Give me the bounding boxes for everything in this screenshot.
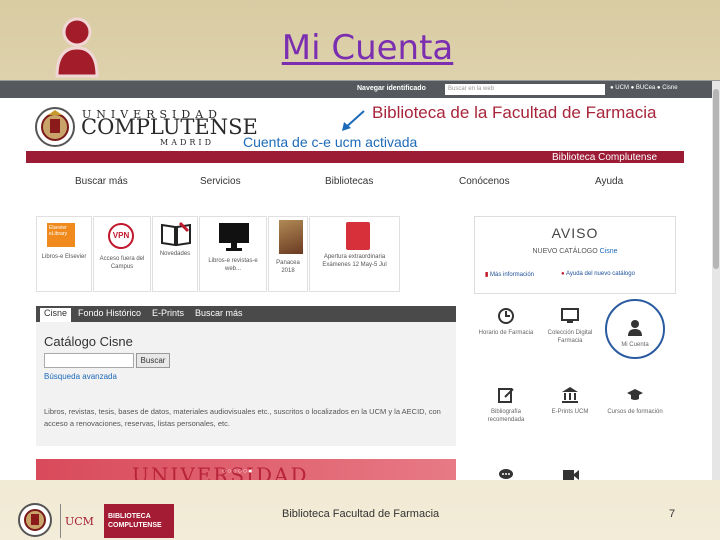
scrollbar[interactable] (712, 81, 720, 480)
notice-title: AVISO (551, 225, 599, 241)
notice-subtitle-prefix: NUEVO CATÁLOGO (532, 248, 598, 255)
ucm-wordmark-main: COMPLUTENSE (81, 115, 258, 139)
footer-logo: UCM BIBLIOTECA COMPLUTENSE (12, 502, 174, 538)
quick-link-cursos[interactable]: Cursos de formación (605, 386, 665, 416)
footer-text: Biblioteca Facultad de Farmacia (282, 508, 440, 520)
quick-link-e-prints[interactable]: E-Prints UCM (540, 386, 600, 416)
help-catalog-link[interactable]: ● Ayuda del nuevo catálogo (561, 271, 635, 277)
catalog-search-input[interactable] (44, 353, 134, 368)
navigate-identified-link[interactable]: Navegar identificado (357, 85, 426, 92)
banner-text: UNIVERSIDAD COMPLUTENSE (132, 463, 309, 480)
tile-caption: Libros-e Elsevier (41, 254, 87, 260)
notice-box: AVISO NUEVO CATÁLOGO Cisne ▮ Más informa… (474, 216, 676, 294)
tile-panacea[interactable]: Panacea 2018 (268, 216, 308, 292)
top-links[interactable]: ● UCM ● BUCea ● Cisne (610, 85, 678, 91)
annotation-arrow-icon (342, 110, 365, 131)
chat-icon[interactable] (498, 468, 514, 480)
top-bar (0, 81, 712, 98)
ucm-crest-logo (18, 503, 52, 537)
main-navigation: Buscar más Servicios Bibliotecas Conócen… (26, 176, 684, 190)
tab-buscar-mas[interactable]: Buscar más (195, 308, 243, 318)
nav-item-buscar-mas[interactable]: Buscar más (75, 176, 128, 187)
biblioteca-complutense-logo: BIBLIOTECA COMPLUTENSE (104, 504, 174, 538)
logo-line1: BIBLIOTECA (108, 513, 151, 520)
page-number: 7 (669, 508, 676, 520)
tile-caption: Apertura extraordinaria Exámenes 12 May-… (322, 254, 387, 268)
quick-link-label: E-Prints UCM (551, 409, 589, 415)
web-search-input[interactable]: Buscar en la web (445, 84, 605, 95)
library-title: Biblioteca de la Facultad de Farmacia (372, 103, 657, 122)
ucm-mark: UCM (60, 504, 102, 538)
info-icon: ▮ (485, 272, 489, 278)
user-icon (628, 320, 642, 336)
scrollbar-thumb[interactable] (713, 89, 719, 269)
quick-link-label: Cursos de formación (607, 409, 663, 415)
quick-link-bibliografia[interactable]: Bibliografía recomendada (476, 386, 536, 424)
notice-subtitle-brand: Cisne (599, 248, 618, 255)
logo-line2: COMPLUTENSE (108, 522, 162, 529)
clock-icon (498, 308, 514, 324)
resource-tiles: Elsevier eLibrary Libros-e Elsevier VPN … (36, 216, 400, 292)
tab-fondo-historico[interactable]: Fondo Histórico (78, 308, 141, 318)
quick-link-label: Mi Cuenta (621, 342, 649, 348)
more-info-label: Más información (489, 272, 534, 278)
advanced-search-link[interactable]: Búsqueda avanzada (44, 372, 117, 381)
tile-caption: Libros-e revistas-e web... (208, 258, 258, 272)
website-screenshot: Navegar identificado Buscar en la web ● … (0, 80, 720, 480)
catalog-search-button[interactable]: Buscar (136, 353, 170, 368)
ucm-mark-text: UCM (65, 515, 94, 528)
exam-opening-icon (346, 222, 370, 250)
video-camera-icon[interactable] (562, 468, 580, 480)
monitor-icon (561, 308, 579, 323)
vpn-icon: VPN (108, 223, 134, 249)
ucm-wordmark-city: MADRID (160, 138, 214, 147)
open-book-icon (161, 221, 191, 247)
tile-libros-e[interactable]: Libros-e revistas-e web... (199, 216, 267, 292)
nav-item-conocenos[interactable]: Conócenos (459, 176, 510, 187)
notice-subtitle: NUEVO CATÁLOGO Cisne (475, 248, 675, 255)
monitor-icon (219, 223, 249, 251)
info-link[interactable]: ▮ Más información (485, 271, 534, 278)
nav-item-servicios[interactable]: Servicios (200, 176, 241, 187)
quick-link-coleccion-digital[interactable]: Colección Digital Farmacia (540, 307, 600, 345)
quick-link-label: Bibliografía recomendada (487, 409, 525, 423)
tile-novedades[interactable]: Novedades (152, 216, 198, 292)
account-activated-note: Cuenta de c-e ucm activada (243, 134, 418, 150)
catalog-search-panel: Cisne Fondo Histórico E-Prints Buscar má… (36, 306, 456, 446)
tile-elsevier[interactable]: Elsevier eLibrary Libros-e Elsevier (36, 216, 92, 292)
tab-cisne[interactable]: Cisne (40, 308, 72, 322)
elsevier-logo: Elsevier eLibrary (47, 223, 75, 247)
tile-caption: Acceso fuera del Campus (99, 256, 145, 270)
carousel-dots[interactable]: ○○○○○● (222, 468, 253, 475)
tile-vpn[interactable]: VPN Acceso fuera del Campus (93, 216, 151, 292)
catalog-title: Catálogo Cisne (44, 334, 133, 349)
help-icon: ● (561, 271, 565, 277)
tile-apertura[interactable]: Apertura extraordinaria Exámenes 12 May-… (309, 216, 400, 292)
ucm-crest-logo (35, 107, 75, 147)
help-catalog-label: Ayuda del nuevo catálogo (565, 271, 635, 277)
tab-e-prints[interactable]: E-Prints (152, 308, 184, 318)
quick-link-horario[interactable]: Horario de Farmacia (476, 307, 536, 337)
nav-item-ayuda[interactable]: Ayuda (595, 176, 623, 187)
nav-item-bibliotecas[interactable]: Bibliotecas (325, 176, 373, 187)
edit-icon (498, 388, 514, 403)
tile-caption: Novedades (159, 251, 191, 257)
quick-link-label: Colección Digital Farmacia (547, 330, 593, 344)
panacea-painting-image (279, 220, 303, 254)
brand-bar-label[interactable]: Biblioteca Complutense (552, 152, 657, 163)
institution-icon (562, 387, 578, 403)
slide-title: Mi Cuenta (281, 28, 454, 68)
tile-caption: Panacea 2018 (276, 260, 300, 274)
quick-link-label: Horario de Farmacia (478, 330, 534, 336)
graduation-cap-icon (627, 389, 643, 400)
catalog-tabs: Cisne Fondo Histórico E-Prints Buscar má… (36, 306, 456, 322)
quick-link-mi-cuenta[interactable]: Mi Cuenta (605, 319, 665, 349)
catalog-description: Libros, revistas, tesis, bases de datos,… (44, 407, 441, 428)
